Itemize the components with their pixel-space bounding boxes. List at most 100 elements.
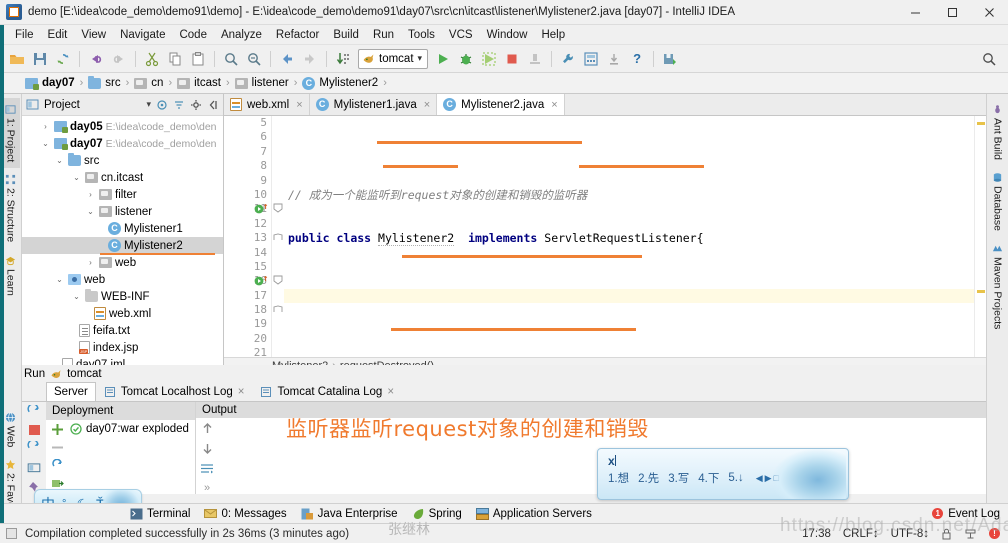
ime-candidate-4[interactable]: 4.下: [698, 470, 719, 486]
caret-position-marker[interactable]: [977, 290, 985, 293]
save-deploy-icon[interactable]: [659, 48, 681, 70]
maximize-button[interactable]: [934, 0, 971, 25]
expand-arrow-icon[interactable]: ›: [40, 122, 51, 131]
close-icon[interactable]: ×: [296, 99, 302, 111]
help-icon[interactable]: ?: [626, 48, 648, 70]
tab-mylistener1-java[interactable]: C Mylistener1.java ×: [309, 94, 438, 115]
ime-prev-page-icon[interactable]: ◀: [756, 473, 763, 484]
copy-icon[interactable]: [164, 48, 186, 70]
project-tree[interactable]: › day05 E:\idea\code_demo\den ⌄ day07 E:…: [22, 116, 223, 374]
menu-tools[interactable]: Tools: [401, 27, 442, 43]
sync-icon[interactable]: [52, 48, 74, 70]
error-badge-icon[interactable]: !: [989, 528, 1000, 539]
tree-item-mylistener2[interactable]: C Mylistener2: [22, 237, 223, 255]
breadcrumb-mylistener2[interactable]: C Mylistener2: [299, 76, 381, 90]
expand-arrow-icon[interactable]: ⌄: [71, 173, 82, 182]
settings-gear-icon[interactable]: [190, 99, 202, 111]
target-icon[interactable]: [156, 99, 168, 111]
collapse-all-icon[interactable]: [173, 99, 185, 111]
close-icon[interactable]: ×: [551, 99, 557, 111]
editor-gutter[interactable]: 5 6 7 8 9 10 11 12 13 14 15 16 17 18 19 …: [224, 116, 272, 357]
bottom-item-spring[interactable]: Spring: [412, 508, 462, 520]
close-button[interactable]: [971, 0, 1008, 25]
tab-tomcat-localhost-log[interactable]: Tomcat Localhost Log ×: [96, 382, 253, 401]
sidebar-item-ant-build[interactable]: Ant Build: [989, 98, 1007, 166]
update-app-icon[interactable]: [603, 48, 625, 70]
coverage-icon[interactable]: [478, 48, 500, 70]
paste-icon[interactable]: [187, 48, 209, 70]
replace-icon[interactable]: [243, 48, 265, 70]
hide-icon[interactable]: [207, 99, 219, 111]
ime-candidate-5[interactable]: 5.↓: [728, 472, 743, 484]
tree-item-day07[interactable]: ⌄ day07 E:\idea\code_demo\den: [22, 135, 223, 152]
debug-icon[interactable]: [455, 48, 477, 70]
sidebar-item-maven-projects[interactable]: Maven Projects: [989, 237, 1007, 335]
tree-item-filter[interactable]: › filter: [22, 186, 223, 203]
tree-item-web-folder[interactable]: ⌄ web: [22, 271, 223, 288]
compile-icon[interactable]: [332, 48, 354, 70]
expand-arrow-icon[interactable]: ›: [85, 258, 96, 267]
chevron-down-icon[interactable]: ▾: [146, 99, 151, 110]
menu-vcs[interactable]: VCS: [442, 27, 480, 43]
dump-icon[interactable]: [524, 48, 546, 70]
tab-server[interactable]: Server: [46, 382, 96, 401]
redo-icon[interactable]: [108, 48, 130, 70]
menu-analyze[interactable]: Analyze: [214, 27, 269, 43]
breadcrumb-itcast[interactable]: itcast: [174, 77, 224, 89]
expand-icon[interactable]: [51, 423, 64, 436]
scroll-down-icon[interactable]: [201, 442, 214, 455]
menu-edit[interactable]: Edit: [41, 27, 75, 43]
menu-run[interactable]: Run: [366, 27, 401, 43]
tree-item-web-package[interactable]: › web: [22, 254, 223, 271]
expand-arrow-icon[interactable]: ⌄: [85, 207, 96, 216]
override-marker-icon[interactable]: ↑: [263, 202, 268, 212]
save-all-icon[interactable]: [29, 48, 51, 70]
sidebar-item-learn[interactable]: Learn: [2, 249, 20, 302]
redeploy-icon[interactable]: [27, 441, 41, 455]
status-indicator-icon[interactable]: [6, 528, 17, 539]
ime-candidate-2[interactable]: 2.先: [638, 470, 659, 486]
fold-region-icon[interactable]: [273, 203, 283, 216]
run-icon[interactable]: [432, 48, 454, 70]
minimize-button[interactable]: [897, 0, 934, 25]
status-line-separator[interactable]: CRLF↕: [843, 528, 879, 540]
tab-mylistener2-java[interactable]: C Mylistener2.java ×: [437, 94, 565, 115]
breadcrumb-cn[interactable]: cn: [131, 77, 166, 89]
deployment-list[interactable]: day07:war exploded: [68, 420, 195, 494]
fold-end-icon[interactable]: [273, 304, 283, 316]
sidebar-item-database[interactable]: Database: [989, 166, 1007, 237]
event-log-area[interactable]: 1 Event Log: [932, 508, 1008, 520]
lock-icon[interactable]: [941, 528, 952, 540]
menu-refactor[interactable]: Refactor: [269, 27, 326, 43]
stop-icon[interactable]: [501, 48, 523, 70]
soft-wrap-icon[interactable]: [200, 462, 215, 475]
expand-more-icon[interactable]: »: [204, 482, 210, 494]
close-icon[interactable]: ×: [387, 386, 394, 398]
inspection-icon[interactable]: [964, 528, 977, 540]
editor-marker-bar[interactable]: [974, 116, 986, 357]
breadcrumb-listener[interactable]: listener: [232, 77, 292, 89]
fold-region-icon[interactable]: [273, 275, 283, 288]
tab-tomcat-catalina-log[interactable]: Tomcat Catalina Log ×: [252, 382, 402, 401]
sidebar-item-web[interactable]: Web: [2, 406, 20, 453]
warning-marker[interactable]: [977, 122, 985, 125]
override-marker-icon[interactable]: ↑: [263, 274, 268, 284]
tree-item-day05[interactable]: › day05 E:\idea\code_demo\den: [22, 118, 223, 135]
deployment-item-day07-war[interactable]: day07:war exploded: [68, 423, 195, 435]
expand-arrow-icon[interactable]: ⌄: [54, 275, 65, 284]
close-icon[interactable]: ×: [238, 386, 245, 398]
back-icon[interactable]: [276, 48, 298, 70]
menu-window[interactable]: Window: [480, 27, 535, 43]
close-icon[interactable]: ×: [424, 99, 430, 111]
rerun-icon[interactable]: [27, 405, 41, 419]
layout-icon[interactable]: [27, 461, 41, 475]
menu-navigate[interactable]: Navigate: [113, 27, 172, 43]
menu-help[interactable]: Help: [534, 27, 572, 43]
ime-candidate-1[interactable]: 1.想: [608, 470, 629, 486]
bottom-item-application-servers[interactable]: Application Servers: [475, 507, 592, 520]
fold-end-icon[interactable]: [273, 232, 283, 244]
run-configuration-selector[interactable]: tomcat ▾: [358, 48, 429, 69]
tree-item-web-inf[interactable]: ⌄ WEB-INF: [22, 288, 223, 305]
tab-web-xml[interactable]: web.xml ×: [224, 94, 310, 115]
expand-arrow-icon[interactable]: ⌄: [40, 139, 51, 148]
